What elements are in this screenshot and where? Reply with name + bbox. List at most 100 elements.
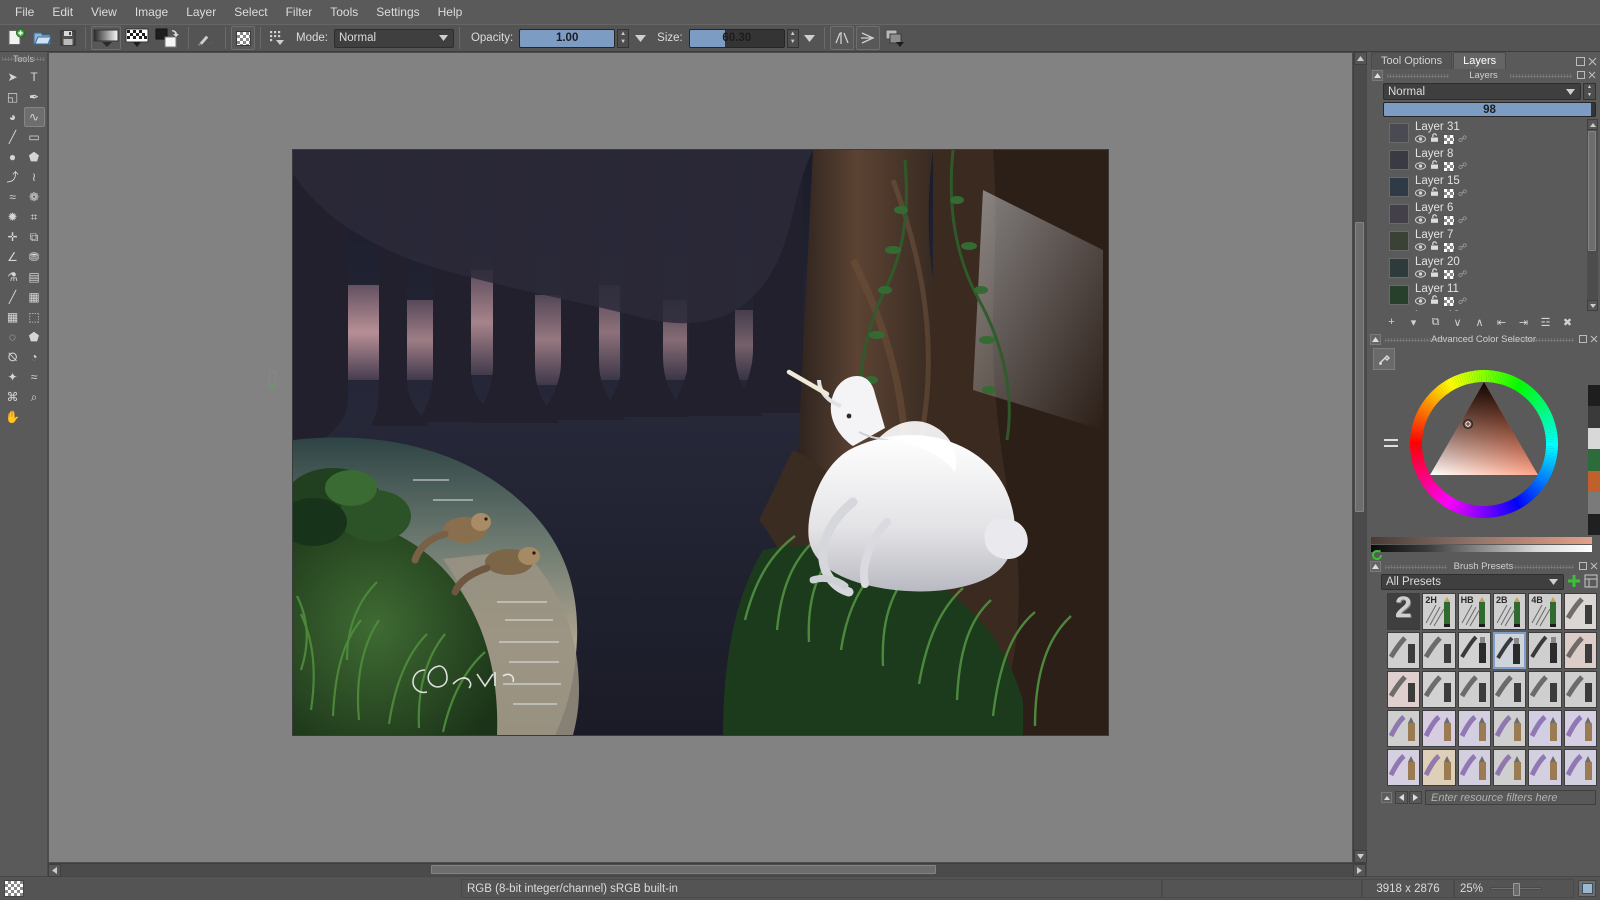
layer-blend-mode-combo[interactable]: Normal — [1383, 83, 1581, 100]
opacity-stepper[interactable]: ▲ ▼ — [617, 28, 630, 48]
fit-page-icon[interactable] — [1578, 880, 1596, 897]
tab-layers[interactable]: Layers — [1453, 52, 1507, 69]
menu-file[interactable]: File — [6, 2, 43, 22]
pan-tool-icon[interactable]: ✋ — [2, 407, 23, 427]
brush-preset-cell[interactable] — [1387, 671, 1421, 708]
brush-preset-cell[interactable]: 2 — [1387, 593, 1421, 630]
brush-float-icon[interactable] — [1579, 562, 1587, 573]
collapse-brush-presets-icon[interactable] — [1370, 561, 1381, 572]
crop-tool-icon[interactable]: ⌗ — [24, 207, 45, 227]
menu-tools[interactable]: Tools — [321, 2, 367, 22]
dock-close-icon[interactable] — [1588, 57, 1597, 69]
layer-row[interactable]: Layer 20 ☍ — [1369, 254, 1587, 281]
shape-select-tool-icon[interactable]: ➤ — [2, 67, 23, 87]
brush-preset-cell[interactable] — [1492, 671, 1527, 708]
canvas-vertical-scrollbar[interactable] — [1353, 52, 1367, 863]
color-history-strip[interactable] — [1371, 537, 1592, 544]
layer-scroll-up-button[interactable] — [1587, 119, 1598, 130]
brush-preset-cell[interactable] — [1422, 632, 1456, 669]
layer-visibility-icon[interactable] — [1415, 215, 1426, 227]
brush-preset-cell[interactable] — [1528, 632, 1562, 669]
artwork-canvas[interactable] — [293, 150, 1108, 735]
collapse-layers-icon[interactable] — [1372, 70, 1383, 81]
size-stepper[interactable]: ▲ ▼ — [786, 28, 799, 48]
brush-preset-cell[interactable] — [1457, 749, 1491, 786]
polyline-tool-icon[interactable]: ⤴ — [2, 167, 23, 187]
brush-preset-cell[interactable] — [1492, 632, 1527, 669]
color-float-icon[interactable] — [1579, 335, 1587, 346]
line-tool-icon[interactable]: ╱ — [2, 127, 23, 147]
layer-row[interactable]: Layer 31 ☍ — [1369, 119, 1587, 146]
zoom-slider[interactable] — [1490, 883, 1543, 896]
foreground-background-color-icon[interactable] — [153, 26, 183, 50]
brush-preset-cell[interactable] — [1387, 749, 1421, 786]
layer-lock-icon[interactable] — [1429, 241, 1440, 254]
freehand-path-tool-icon[interactable]: ≈ — [2, 187, 23, 207]
selection-mask-toggle-icon[interactable] — [4, 880, 24, 897]
scroll-left-button[interactable] — [48, 864, 61, 877]
calligraphy-tool-icon[interactable]: ✒ — [24, 87, 45, 107]
layer-alpha-icon[interactable] — [1443, 134, 1455, 145]
brush-preset-cell[interactable] — [1457, 671, 1491, 708]
zoom-status[interactable]: 25% — [1454, 879, 1574, 898]
freehand-brush-tool-icon[interactable]: ∿ — [23, 107, 45, 127]
brush-preset-cell[interactable] — [1422, 749, 1456, 786]
multibrush-tool-icon[interactable]: ✹ — [2, 207, 23, 227]
layer-row[interactable]: Layer 12☍ — [1369, 308, 1587, 311]
contiguous-select-tool-icon[interactable]: ◔ — [24, 347, 45, 367]
horizontal-scroll-thumb[interactable] — [431, 865, 936, 874]
layer-lock-icon[interactable] — [1429, 187, 1440, 200]
delete-layer-button[interactable]: ✖ — [1559, 314, 1576, 330]
layer-list-scrollbar[interactable] — [1587, 119, 1598, 311]
save-document-icon[interactable] — [56, 26, 80, 50]
group-layer-button[interactable]: ⇥ — [1515, 314, 1532, 330]
add-layer-button[interactable]: + — [1383, 314, 1400, 330]
layer-list[interactable]: Layer 31 ☍ Layer 8 ☍ Layer 15 ☍ Layer 6 ☍ Layer … — [1369, 119, 1598, 311]
layer-scroll-thumb[interactable] — [1588, 131, 1596, 251]
layers-close-icon[interactable] — [1588, 71, 1596, 82]
brush-preset-cell[interactable]: 2H — [1422, 593, 1456, 630]
brush-preset-cell[interactable] — [1387, 632, 1421, 669]
menu-view[interactable]: View — [82, 2, 126, 22]
brush-editor-icon[interactable] — [194, 26, 220, 50]
layer-lock-icon[interactable] — [1429, 133, 1440, 146]
layer-visibility-icon[interactable] — [1415, 188, 1426, 200]
tab-tool-options[interactable]: Tool Options — [1371, 52, 1453, 69]
brush-preset-cell[interactable] — [1422, 710, 1456, 747]
rectangle-tool-icon[interactable]: ▭ — [24, 127, 45, 147]
menu-settings[interactable]: Settings — [367, 2, 428, 22]
vertical-scroll-thumb[interactable] — [1355, 222, 1364, 512]
similar-select-tool-icon[interactable]: ✦ — [2, 367, 23, 387]
layer-alpha-icon[interactable] — [1443, 296, 1455, 307]
brush-preset-cell[interactable] — [1563, 593, 1597, 630]
magnetic-select-tool-icon[interactable]: ⌘ — [2, 387, 23, 407]
layer-lock-icon[interactable] — [1429, 160, 1440, 173]
layer-blend-stepper[interactable]: ▲ ▼ — [1583, 83, 1596, 100]
opacity-slider[interactable]: 1.00 — [519, 28, 616, 48]
polygon-tool-icon[interactable]: ⬟ — [24, 147, 45, 167]
canvas-viewport[interactable] — [48, 52, 1353, 863]
menu-select[interactable]: Select — [225, 2, 276, 22]
brush-options-dropdown-icon[interactable] — [266, 26, 288, 50]
menu-image[interactable]: Image — [126, 2, 177, 22]
ellipse-tool-icon[interactable]: ● — [2, 147, 23, 167]
brush-preset-cell[interactable]: 4B — [1528, 593, 1562, 630]
brush-preset-cell[interactable] — [1528, 749, 1562, 786]
duplicate-layer-button[interactable]: ⧉ — [1427, 314, 1444, 330]
open-document-icon[interactable] — [30, 26, 54, 50]
scroll-up-button[interactable] — [1354, 52, 1367, 65]
layer-style-icon[interactable]: ☍ — [1458, 215, 1467, 226]
layer-visibility-icon[interactable] — [1415, 161, 1426, 173]
advanced-color-selector[interactable] — [1367, 346, 1600, 560]
dock-float-icon[interactable] — [1576, 57, 1585, 69]
layer-visibility-icon[interactable] — [1415, 242, 1426, 254]
color-close-icon[interactable] — [1590, 335, 1598, 346]
color-picker-tool-icon[interactable]: ⚗ — [2, 267, 23, 287]
ellipse-select-tool-icon[interactable]: ◌ — [2, 327, 23, 347]
brush-preset-filter-combo[interactable]: All Presets — [1381, 574, 1564, 590]
mirror-horizontal-icon[interactable] — [829, 26, 854, 50]
layer-visibility-icon[interactable] — [1415, 296, 1426, 308]
layer-style-icon[interactable]: ☍ — [1458, 296, 1467, 307]
brush-preset-grid[interactable]: 2 2H HB 2B 4B — [1367, 591, 1600, 788]
brush-preset-cell[interactable] — [1563, 749, 1597, 786]
